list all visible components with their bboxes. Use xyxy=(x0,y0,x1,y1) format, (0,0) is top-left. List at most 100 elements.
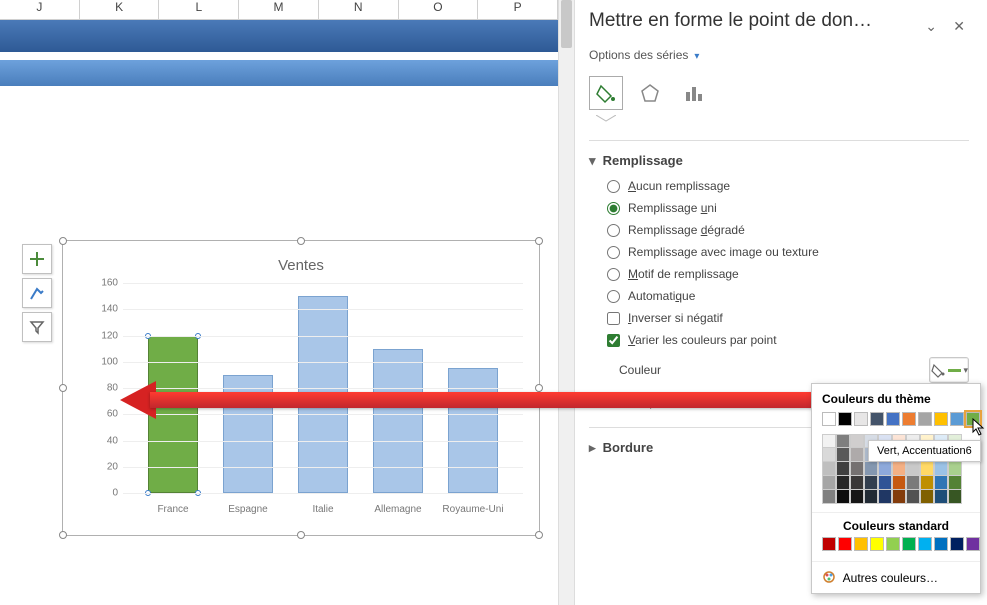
standard-color-swatch[interactable] xyxy=(902,537,916,551)
theme-shade-swatch[interactable] xyxy=(836,462,850,476)
col-header-O[interactable]: O xyxy=(399,0,479,19)
theme-shade-swatch[interactable] xyxy=(906,490,920,504)
col-header-J[interactable]: J xyxy=(0,0,80,19)
theme-shade-swatch[interactable] xyxy=(920,490,934,504)
theme-shade-swatch[interactable] xyxy=(948,476,962,490)
theme-shade-swatch[interactable] xyxy=(920,462,934,476)
bar-allemagne[interactable] xyxy=(373,349,423,493)
col-header-M[interactable]: M xyxy=(239,0,319,19)
more-colors-button[interactable]: Autres couleurs… xyxy=(812,561,980,593)
theme-shade-swatch[interactable] xyxy=(892,476,906,490)
col-header-L[interactable]: L xyxy=(159,0,239,19)
theme-shade-swatch[interactable] xyxy=(892,462,906,476)
theme-shade-swatch[interactable] xyxy=(878,476,892,490)
standard-color-swatch[interactable] xyxy=(966,537,980,551)
tab-fill-icon[interactable] xyxy=(589,76,623,110)
theme-shade-swatch[interactable] xyxy=(822,462,836,476)
chart-container[interactable]: Ventes FranceEspagneItalieAllemagneRoyau… xyxy=(62,240,540,536)
standard-color-swatch[interactable] xyxy=(886,537,900,551)
tab-series-icon[interactable] xyxy=(677,76,711,110)
theme-shade-swatch[interactable] xyxy=(878,490,892,504)
theme-color-swatch[interactable] xyxy=(854,412,868,426)
theme-shade-swatch[interactable] xyxy=(906,476,920,490)
radio-none[interactable] xyxy=(607,180,620,193)
radio-auto[interactable] xyxy=(607,290,620,303)
theme-shade-swatch[interactable] xyxy=(892,490,906,504)
bar-italie[interactable] xyxy=(298,296,348,493)
fill-option-auto[interactable]: Automatique xyxy=(589,285,969,307)
theme-color-swatch[interactable] xyxy=(838,412,852,426)
panel-close-icon[interactable]: ✕ xyxy=(953,18,965,35)
fill-option-grad[interactable]: Remplissage dégradé xyxy=(589,219,969,241)
col-header-K[interactable]: K xyxy=(80,0,160,19)
radio-pic[interactable] xyxy=(607,246,620,259)
theme-shade-swatch[interactable] xyxy=(934,462,948,476)
theme-shade-swatch[interactable] xyxy=(822,476,836,490)
theme-color-swatch[interactable] xyxy=(950,412,964,426)
theme-color-swatch[interactable] xyxy=(902,412,916,426)
radio-pat[interactable] xyxy=(607,268,620,281)
theme-shade-swatch[interactable] xyxy=(850,434,864,448)
chart-title[interactable]: Ventes xyxy=(63,257,539,274)
bar-espagne[interactable] xyxy=(223,375,273,493)
chart-styles-button[interactable] xyxy=(22,278,52,308)
fill-option-invert[interactable]: Inverser si négatif xyxy=(589,307,969,329)
fill-option-pat[interactable]: Motif de remplissage xyxy=(589,263,969,285)
panel-collapse-icon[interactable]: ⌄ xyxy=(925,18,937,35)
vertical-scrollbar[interactable] xyxy=(558,0,575,605)
chart-side-tools xyxy=(22,244,52,346)
theme-shade-swatch[interactable] xyxy=(864,490,878,504)
theme-shade-swatch[interactable] xyxy=(864,462,878,476)
expand-right-icon: ▸ xyxy=(589,440,599,456)
theme-shade-swatch[interactable] xyxy=(864,476,878,490)
more-colors-label: Autres couleurs… xyxy=(843,571,938,585)
standard-color-swatch[interactable] xyxy=(822,537,836,551)
col-header-N[interactable]: N xyxy=(319,0,399,19)
theme-shade-swatch[interactable] xyxy=(948,462,962,476)
standard-color-swatch[interactable] xyxy=(934,537,948,551)
theme-shade-swatch[interactable] xyxy=(836,434,850,448)
standard-color-swatch[interactable] xyxy=(950,537,964,551)
theme-shade-swatch[interactable] xyxy=(850,462,864,476)
fill-option-pic[interactable]: Remplissage avec image ou texture xyxy=(589,241,969,263)
fill-color-button[interactable]: ▾ xyxy=(929,357,969,383)
theme-color-swatch[interactable] xyxy=(822,412,836,426)
theme-shade-swatch[interactable] xyxy=(850,448,864,462)
radio-solid[interactable] xyxy=(607,202,620,215)
series-options-dropdown[interactable]: Options des séries▾ xyxy=(589,48,969,62)
standard-color-swatch[interactable] xyxy=(854,537,868,551)
theme-shade-swatch[interactable] xyxy=(878,462,892,476)
theme-color-swatch[interactable] xyxy=(918,412,932,426)
theme-shade-swatch[interactable] xyxy=(906,462,920,476)
theme-shade-swatch[interactable] xyxy=(850,476,864,490)
theme-shade-swatch[interactable] xyxy=(948,490,962,504)
theme-shade-swatch[interactable] xyxy=(836,448,850,462)
theme-shade-swatch[interactable] xyxy=(822,448,836,462)
theme-shade-swatch[interactable] xyxy=(934,490,948,504)
tab-effects-icon[interactable] xyxy=(633,76,667,110)
theme-shade-swatch[interactable] xyxy=(920,476,934,490)
scrollbar-thumb[interactable] xyxy=(561,0,572,48)
fill-option-solid[interactable]: Remplissage uni xyxy=(589,197,969,219)
theme-shade-swatch[interactable] xyxy=(822,434,836,448)
fill-option-none[interactable]: Aucun remplissage xyxy=(589,175,969,197)
theme-shade-swatch[interactable] xyxy=(836,490,850,504)
theme-shade-swatch[interactable] xyxy=(836,476,850,490)
theme-shade-swatch[interactable] xyxy=(822,490,836,504)
chart-elements-button[interactable] xyxy=(22,244,52,274)
standard-color-swatch[interactable] xyxy=(838,537,852,551)
checkbox-invert[interactable] xyxy=(607,312,620,325)
chart-filters-button[interactable] xyxy=(22,312,52,342)
theme-color-swatch[interactable] xyxy=(870,412,884,426)
section-fill-header[interactable]: ▾ Remplissage xyxy=(589,147,969,175)
col-header-P[interactable]: P xyxy=(478,0,558,19)
theme-color-swatch[interactable] xyxy=(934,412,948,426)
standard-color-swatch[interactable] xyxy=(918,537,932,551)
theme-shade-swatch[interactable] xyxy=(850,490,864,504)
fill-option-vary[interactable]: Varier les couleurs par point xyxy=(589,329,969,351)
radio-grad[interactable] xyxy=(607,224,620,237)
checkbox-vary[interactable] xyxy=(607,334,620,347)
standard-color-swatch[interactable] xyxy=(870,537,884,551)
theme-color-swatch[interactable] xyxy=(886,412,900,426)
theme-shade-swatch[interactable] xyxy=(934,476,948,490)
